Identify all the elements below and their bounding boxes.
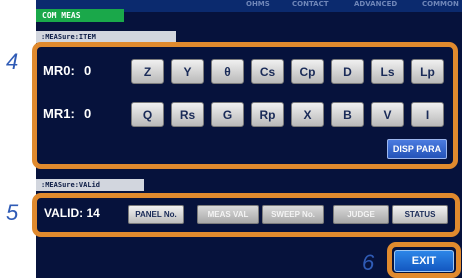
screen-title: COM MEAS — [36, 9, 124, 22]
measure-valid-section-label: :MEASure:VALid — [36, 179, 144, 191]
callout-exit-number: 6 — [362, 250, 375, 275]
menu-item-common[interactable]: COMMON — [422, 0, 459, 9]
callout-valid-number: 5 — [6, 200, 19, 225]
measure-valid-highlight-frame — [32, 193, 460, 237]
callout-item-number: 4 — [6, 49, 19, 74]
menu-item-ohms[interactable]: OHMS — [246, 0, 270, 9]
menu-item-contact[interactable]: CONTACT — [292, 0, 329, 9]
measure-item-highlight-frame — [32, 42, 458, 169]
menu-item-advanced[interactable]: ADVANCED — [354, 0, 397, 9]
exit-highlight-frame — [387, 242, 461, 278]
